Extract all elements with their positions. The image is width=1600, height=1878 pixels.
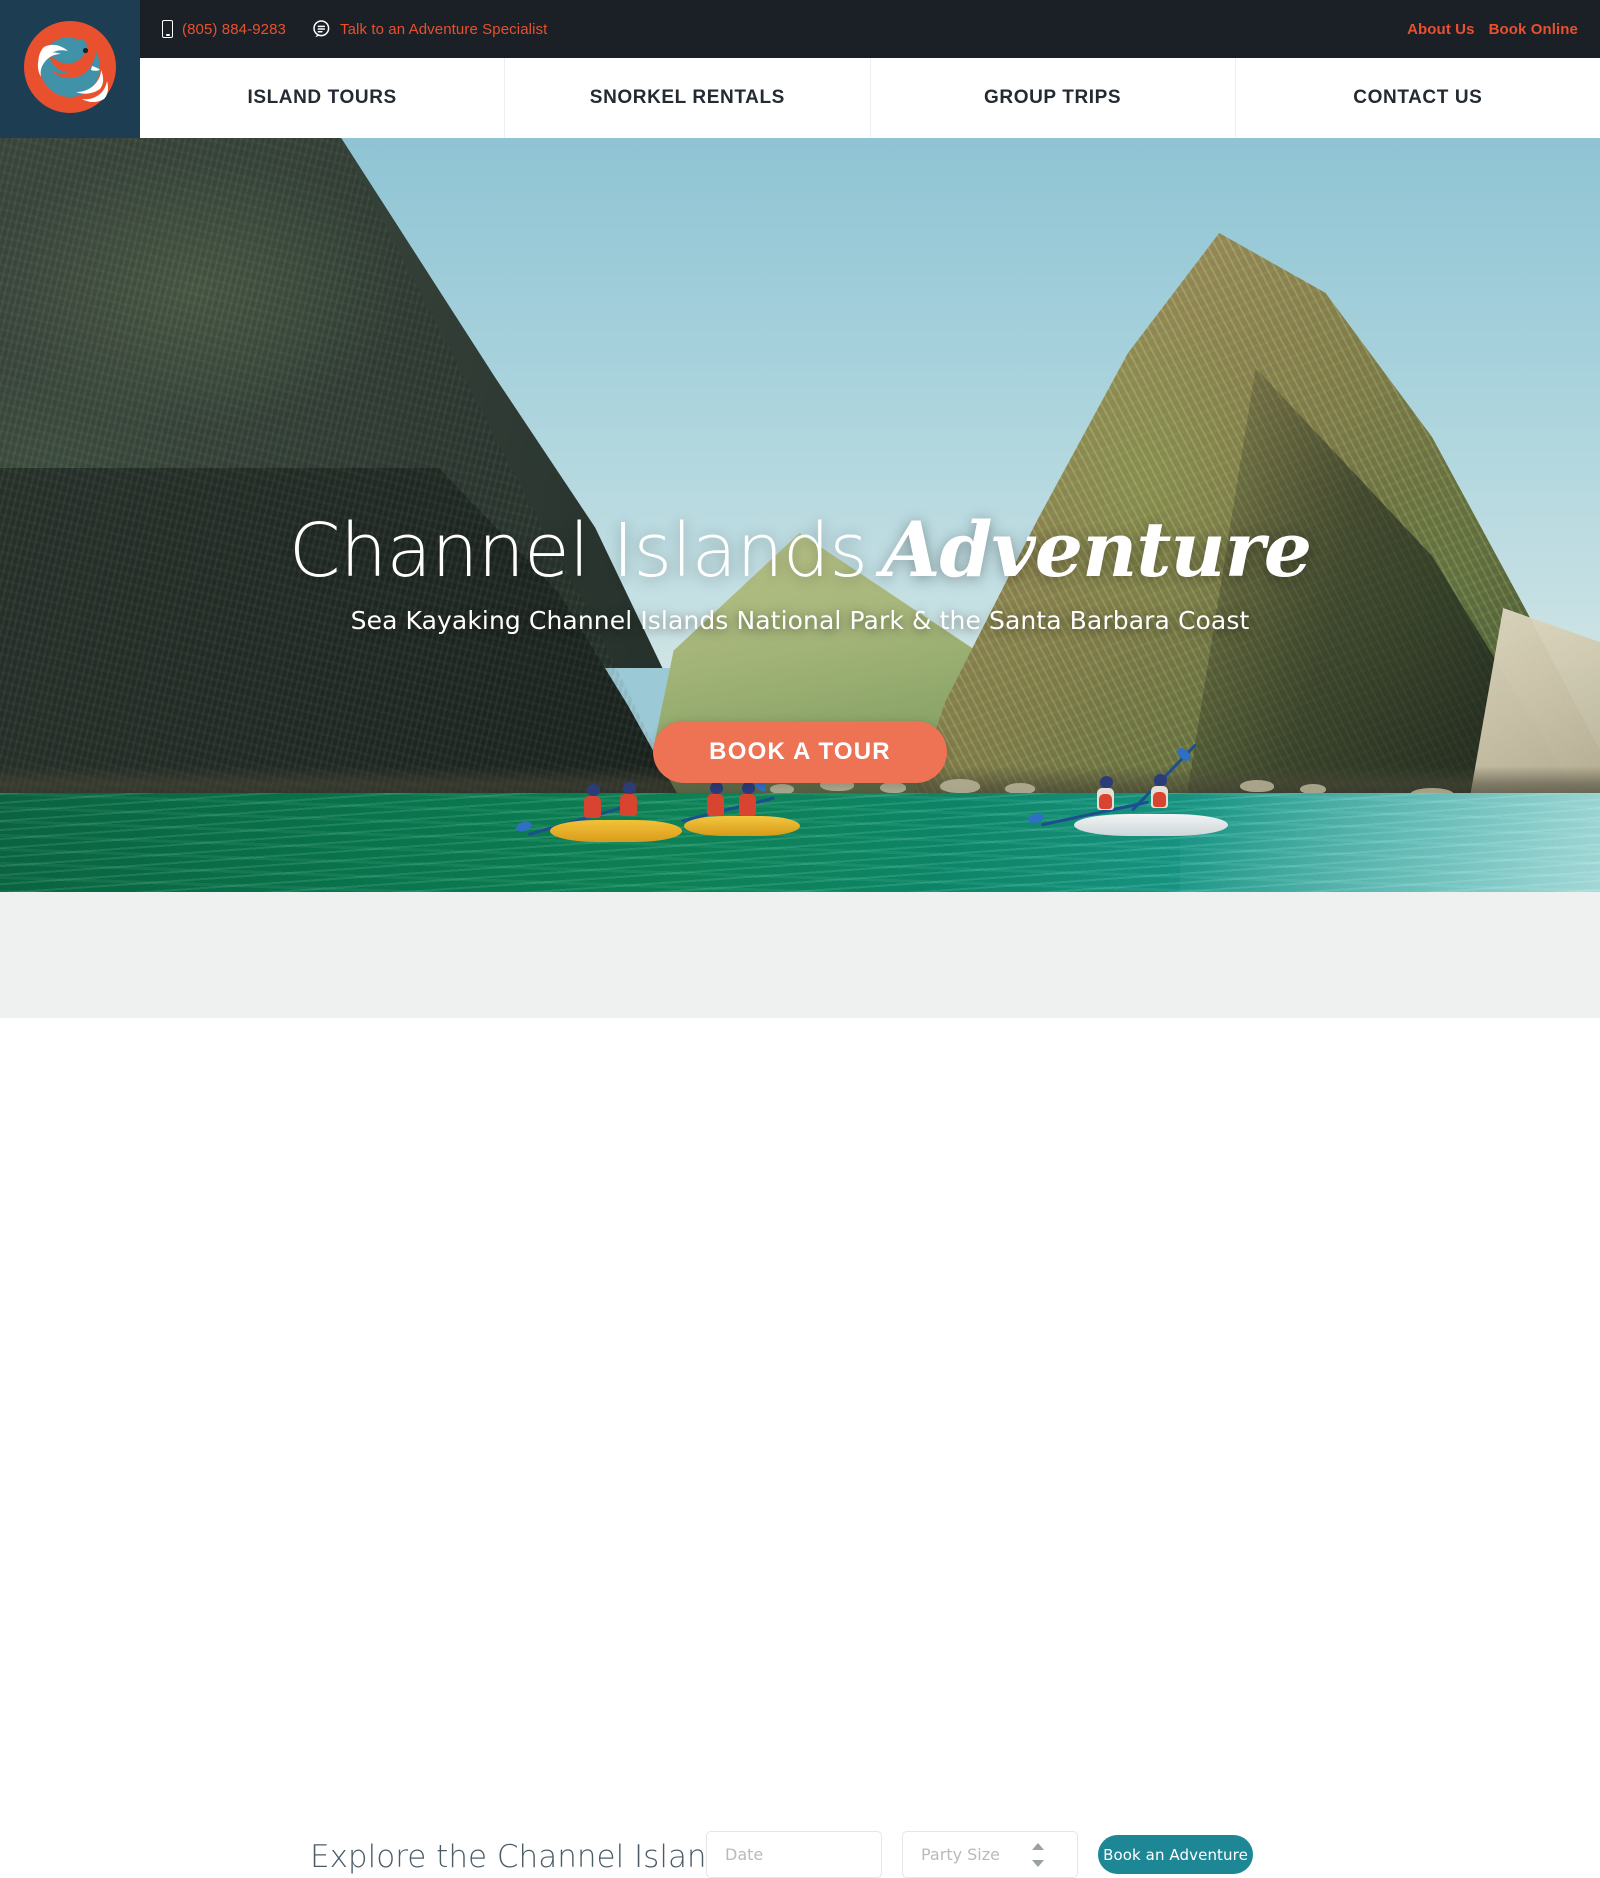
contact-group: (805) 884-9283 Talk to an Adventure Spec… xyxy=(162,20,547,38)
book-a-tour-button[interactable]: BOOK A TOUR xyxy=(653,721,947,783)
nav-item-snorkel-rentals[interactable]: SNORKEL RENTALS xyxy=(505,58,871,138)
date-input[interactable] xyxy=(706,1831,882,1878)
party-size-input[interactable] xyxy=(902,1831,1078,1878)
hero-banner: Channel Islands Adventure Sea Kayaking Ch… xyxy=(0,138,1600,892)
phone-number: (805) 884-9283 xyxy=(182,20,286,38)
nav-item-island-tours[interactable]: ISLAND TOURS xyxy=(140,58,506,138)
phone-link[interactable]: (805) 884-9283 xyxy=(162,20,286,38)
chat-specialist-link[interactable]: Talk to an Adventure Specialist xyxy=(312,20,547,38)
book-an-adventure-button[interactable]: Book an Adventure xyxy=(1098,1835,1253,1874)
shore-rock xyxy=(940,779,980,793)
kayak-left xyxy=(515,778,682,858)
book-online-link[interactable]: Book Online xyxy=(1489,21,1578,38)
nav-item-group-trips[interactable]: GROUP TRIPS xyxy=(871,58,1236,138)
explore-heading: Explore the Channel Islands xyxy=(310,1839,743,1875)
chat-specialist-label: Talk to an Adventure Specialist xyxy=(339,20,548,38)
ocean-water-sheen xyxy=(1180,793,1600,892)
nav-item-contact-us[interactable]: CONTACT US xyxy=(1236,58,1600,138)
shore-rock xyxy=(1240,780,1274,792)
fox-fish-logo-icon xyxy=(16,13,124,126)
chat-bubble-icon xyxy=(312,20,331,38)
shore-rock xyxy=(880,782,906,793)
kayak-right xyxy=(1027,743,1240,854)
top-links-group: About Us Book Online xyxy=(1407,21,1578,38)
up-down-stepper-icon[interactable] xyxy=(1032,1843,1046,1867)
main-navigation: ISLAND TOURS SNORKEL RENTALS GROUP TRIPS… xyxy=(140,58,1600,138)
kayak-middle xyxy=(681,774,804,850)
site-logo[interactable] xyxy=(0,0,140,138)
about-us-link[interactable]: About Us xyxy=(1407,21,1474,38)
top-utility-bar: (805) 884-9283 Talk to an Adventure Spec… xyxy=(0,0,1600,58)
explore-booking-bar: Explore the Channel Islands Book an Adve… xyxy=(0,892,1600,1878)
mobile-phone-icon xyxy=(162,20,173,38)
